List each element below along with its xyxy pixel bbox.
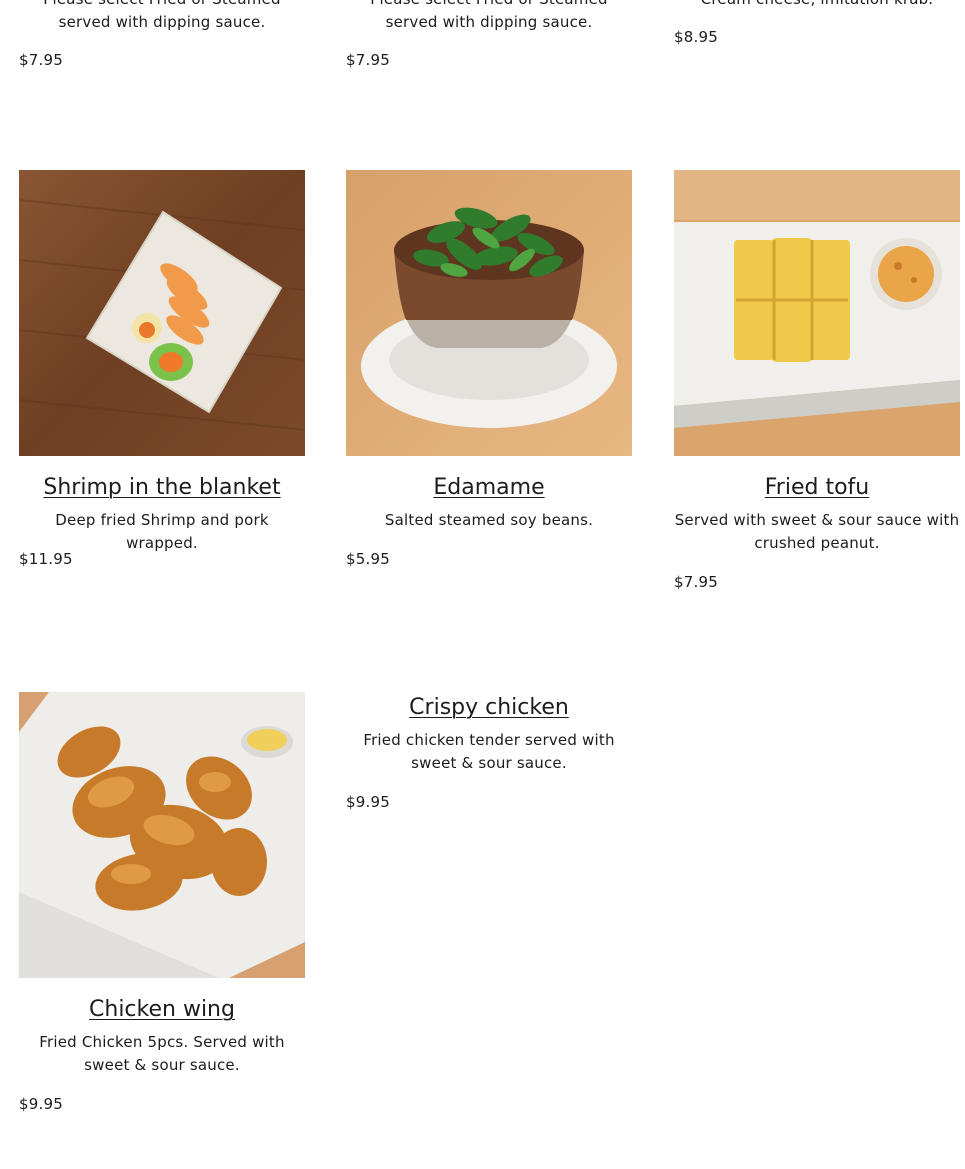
item-description: Salted steamed soy beans.: [384, 511, 594, 529]
chicken-wing-photo[interactable]: [19, 692, 305, 978]
item-name-link[interactable]: Edamame: [346, 473, 632, 503]
item-name-link[interactable]: Crispy chicken: [346, 693, 632, 723]
item-description: Please select Fried or Steamed served wi…: [43, 0, 280, 31]
fried-tofu-photo[interactable]: [674, 170, 960, 456]
item-price: $7.95: [346, 51, 390, 69]
item-description: Served with sweet & sour sauce with crus…: [674, 511, 960, 552]
item-price: $9.95: [19, 1095, 63, 1113]
item-price: $8.95: [674, 28, 718, 46]
item-description: Please select Fried or Steamed served wi…: [370, 0, 607, 31]
item-description: Fried Chicken 5pcs. Served with sweet & …: [39, 1033, 285, 1074]
item-name-link[interactable]: Chicken wing: [19, 995, 305, 1025]
item-price: $11.95: [19, 550, 73, 568]
item-price: $5.95: [346, 550, 390, 568]
item-price: $9.95: [346, 793, 390, 811]
item-price: $7.95: [674, 573, 718, 591]
edamame-photo[interactable]: [346, 170, 632, 456]
shrimp-in-the-blanket-photo[interactable]: [19, 170, 305, 456]
item-description: Fried chicken tender served with sweet &…: [363, 731, 615, 772]
item-name-link[interactable]: Shrimp in the blanket: [19, 473, 305, 503]
item-price: $7.95: [19, 51, 63, 69]
item-description: Cream cheese, imitation krab.: [674, 0, 960, 11]
item-name-link[interactable]: Fried tofu: [674, 473, 960, 503]
